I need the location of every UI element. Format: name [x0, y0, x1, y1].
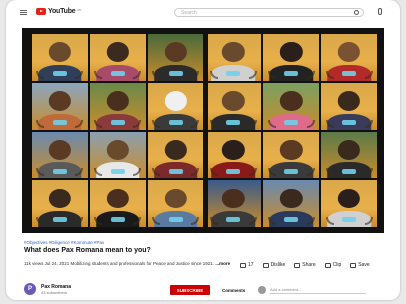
dislike-label: Dislike [270, 262, 286, 268]
thumbs-down-icon [262, 262, 269, 268]
description-snippet: Mobilizing students and professionals fo… [70, 261, 215, 266]
dislike-button[interactable]: Dislike [262, 262, 286, 268]
video-title: What does Pax Romana mean to you? [24, 247, 151, 254]
participant-tile [321, 180, 377, 227]
participant-tile [32, 82, 88, 130]
youtube-logo[interactable]: YouTube PK [36, 8, 82, 15]
hashtags[interactable]: #Objectives #Diligence #Kommute #Pax [24, 240, 104, 245]
channel-name[interactable]: Pax Romana [41, 284, 71, 290]
participant-tile [32, 180, 88, 227]
logo-text: YouTube [48, 8, 76, 15]
participant-tile [321, 82, 377, 130]
device-frame: YouTube PK Search #Objectives #Diligence… [6, 0, 400, 300]
participant-tile [263, 34, 320, 81]
participant-tile [89, 34, 146, 81]
subscribe-button[interactable]: SUBSCRIBE [170, 285, 210, 295]
save-label: Save [358, 262, 370, 268]
collage-divider [205, 34, 208, 227]
participant-tile [32, 34, 88, 81]
participant-tile [205, 34, 262, 81]
participant-tile [205, 131, 262, 179]
share-button[interactable]: Share [294, 262, 316, 268]
views-date: 11k views Jul 24, 2021 [24, 261, 70, 266]
scissors-icon [324, 262, 331, 268]
participant-tile [147, 131, 204, 179]
playlist-add-icon [350, 262, 357, 268]
channel-info[interactable]: P Pax Romana 43 subscribers [24, 283, 71, 295]
participant-tile [89, 180, 146, 227]
participant-tile [32, 131, 88, 179]
action-bar: 17 Dislike Share Clip Save [240, 262, 370, 268]
save-button[interactable]: Save [350, 262, 370, 268]
search-input[interactable]: Search [174, 8, 364, 17]
video-player[interactable] [22, 28, 384, 233]
like-button[interactable]: 17 [240, 262, 254, 268]
participant-tile [263, 131, 320, 179]
channel-avatar[interactable]: P [24, 283, 36, 295]
more-link[interactable]: ...more [215, 261, 230, 266]
user-avatar [258, 286, 266, 294]
search-icon[interactable] [354, 10, 359, 15]
participant-tile [263, 82, 320, 130]
clip-button[interactable]: Clip [324, 262, 342, 268]
share-label: Share [302, 262, 316, 268]
participant-tile [147, 34, 204, 81]
comment-input[interactable]: Add a comment... [270, 287, 366, 294]
participant-tile [147, 180, 204, 227]
participant-tile [205, 180, 262, 227]
play-logo-icon [36, 8, 46, 15]
video-meta: 11k views Jul 24, 2021 Mobilizing studen… [24, 261, 230, 266]
participant-tile [89, 131, 146, 179]
participant-tile [89, 82, 146, 130]
clip-label: Clip [332, 262, 342, 268]
thumbs-up-icon [240, 262, 246, 268]
comments-label: Comments [222, 288, 246, 293]
logo-country: PK [77, 7, 82, 12]
participant-tile [147, 82, 204, 130]
mic-icon[interactable] [378, 8, 382, 15]
subscriber-count: 43 subscribers [41, 289, 68, 295]
share-icon [294, 262, 301, 268]
like-count: 17 [248, 262, 254, 268]
participant-tile [321, 34, 377, 81]
participant-tile [263, 180, 320, 227]
participant-tile [321, 131, 377, 179]
participant-tile [205, 82, 262, 130]
search-placeholder: Search [181, 10, 197, 16]
top-bar: YouTube PK Search [6, 0, 400, 26]
menu-icon[interactable] [20, 10, 27, 15]
